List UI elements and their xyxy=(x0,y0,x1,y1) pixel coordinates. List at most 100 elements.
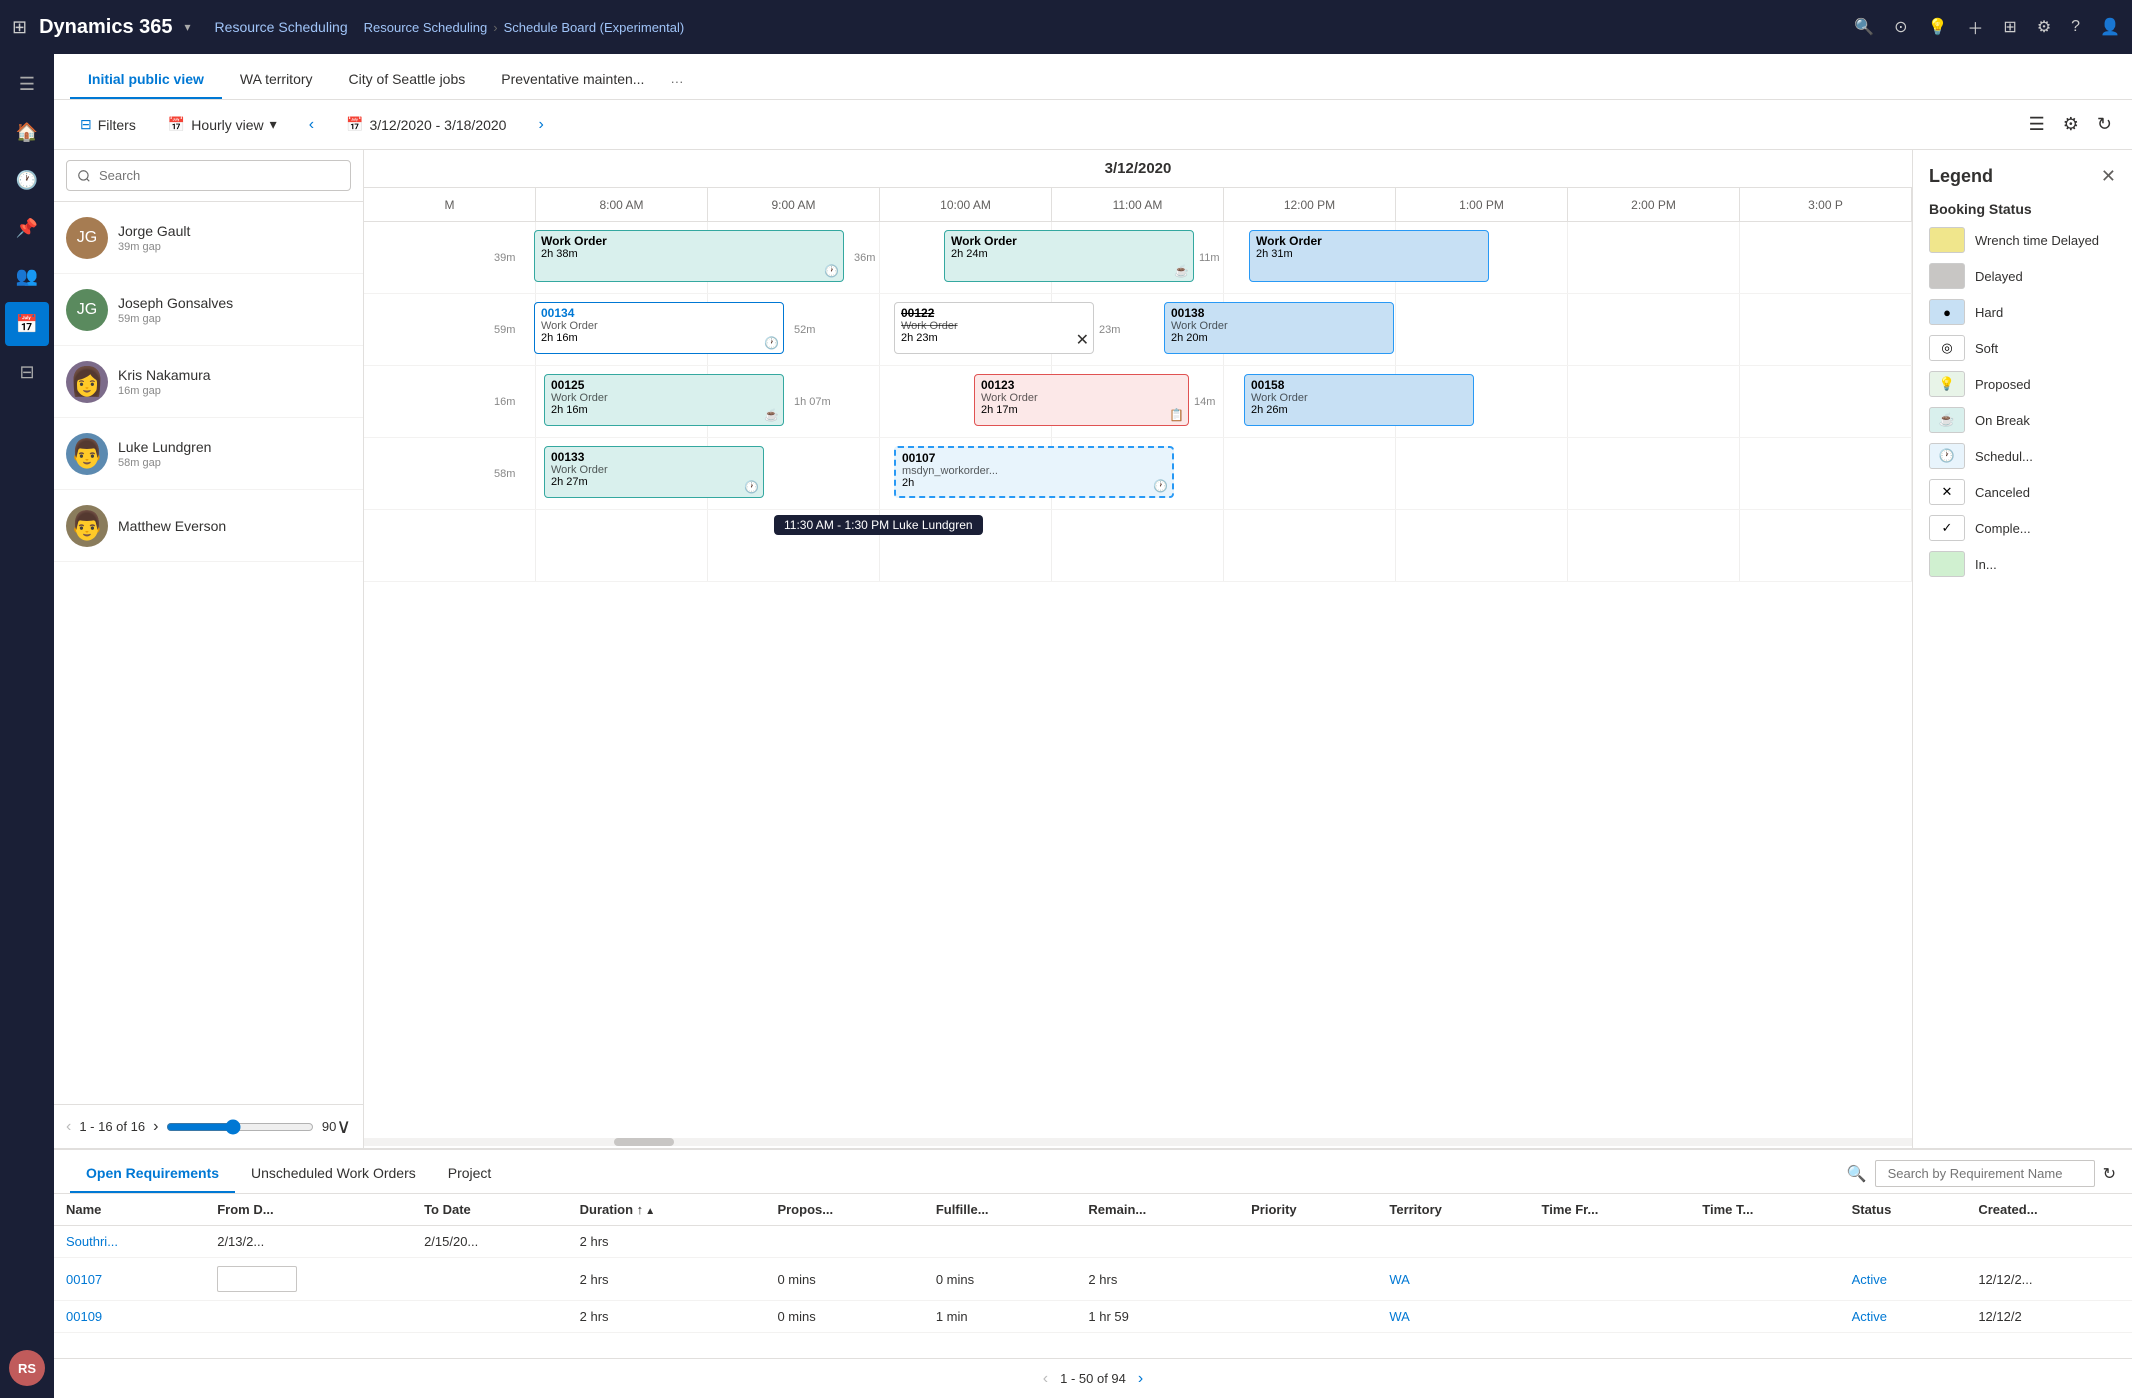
resource-row[interactable]: 👨 Matthew Everson xyxy=(54,490,363,562)
expand-chevron[interactable]: ∨ xyxy=(336,1114,351,1139)
help-icon[interactable]: ? xyxy=(2071,18,2080,36)
booking-block[interactable]: Work Order 2h 31m xyxy=(1249,230,1489,282)
legend-close-button[interactable]: ✕ xyxy=(2101,166,2116,187)
booking-type: Work Order xyxy=(541,320,777,332)
resource-row[interactable]: 👩 Kris Nakamura 16m gap xyxy=(54,346,363,418)
col-territory[interactable]: Territory xyxy=(1377,1194,1529,1226)
col-status[interactable]: Status xyxy=(1840,1194,1967,1226)
pagination-text: 1 - 16 of 16 xyxy=(79,1119,145,1134)
date-input-cell[interactable] xyxy=(217,1266,297,1292)
lightbulb-icon[interactable]: 💡 xyxy=(1927,17,1947,37)
prev-page-button[interactable]: ‹ xyxy=(66,1118,71,1136)
resource-row[interactable]: JG Joseph Gonsalves 59m gap xyxy=(54,274,363,346)
search-icon[interactable]: 🔍 xyxy=(1854,17,1874,37)
req-territory-link[interactable]: WA xyxy=(1389,1309,1409,1324)
sidebar-hamburger[interactable]: ☰ xyxy=(5,62,49,106)
view-button[interactable]: 📅 Hourly view ▾ xyxy=(158,110,287,139)
req-territory-link[interactable]: WA xyxy=(1389,1272,1409,1287)
req-time-from xyxy=(1530,1258,1691,1301)
booking-block[interactable]: Work Order 2h 24m ☕ xyxy=(944,230,1194,282)
tab-initial-public-view[interactable]: Initial public view xyxy=(70,61,222,99)
sidebar-pinned[interactable]: 📌 xyxy=(5,206,49,250)
table-row: 00109 2 hrs 0 mins 1 min 1 hr 59 WA Acti… xyxy=(54,1301,2132,1333)
scrollbar-thumb[interactable] xyxy=(614,1138,674,1146)
col-from-date[interactable]: From D... xyxy=(205,1194,412,1226)
zoom-slider[interactable] xyxy=(166,1119,313,1135)
settings-icon[interactable]: ⚙ xyxy=(2037,17,2051,37)
col-name[interactable]: Name xyxy=(54,1194,205,1226)
booking-block[interactable]: Work Order 2h 38m 🕐 xyxy=(534,230,844,282)
booking-block[interactable]: 00123 Work Order 2h 17m 📋 xyxy=(974,374,1189,426)
booking-block[interactable]: 00107 msdyn_workorder... 2h 🕐 xyxy=(894,446,1174,498)
circle-check-icon[interactable]: ⊙ xyxy=(1894,17,1907,37)
resource-name: Luke Lundgren xyxy=(118,439,211,455)
requirement-search-input[interactable] xyxy=(1875,1160,2095,1187)
user-avatar[interactable]: RS xyxy=(9,1350,45,1386)
booking-block[interactable]: 00122 Work Order 2h 23m ✕ xyxy=(894,302,1094,354)
col-duration[interactable]: Duration ↑▲ xyxy=(568,1194,766,1226)
booking-block[interactable]: 00138 Work Order 2h 20m xyxy=(1164,302,1394,354)
gantt-row: 16m 00125 Work Order 2h 16m ☕ 1h 07m 001 xyxy=(364,366,1912,438)
plus-icon[interactable]: ＋ xyxy=(1967,15,1983,39)
col-time-from[interactable]: Time Fr... xyxy=(1530,1194,1691,1226)
breadcrumb-item-1[interactable]: Resource Scheduling xyxy=(364,20,488,35)
tab-project[interactable]: Project xyxy=(432,1155,508,1193)
app-dropdown-icon[interactable]: ▾ xyxy=(185,20,191,34)
req-refresh-button[interactable]: ↻ xyxy=(2103,1164,2116,1184)
cell-bg xyxy=(1740,294,1912,365)
booking-block[interactable]: 00134 Work Order 2h 16m 🕐 xyxy=(534,302,784,354)
prev-date-button[interactable]: ‹ xyxy=(299,110,324,140)
list-view-icon[interactable]: ☰ xyxy=(2025,110,2049,139)
col-proposed[interactable]: Propos... xyxy=(765,1194,923,1226)
col-priority[interactable]: Priority xyxy=(1239,1194,1377,1226)
tab-seattle-jobs[interactable]: City of Seattle jobs xyxy=(331,61,484,99)
sidebar-recent[interactable]: 🕐 xyxy=(5,158,49,202)
sidebar-users[interactable]: 👥 xyxy=(5,254,49,298)
sidebar-home[interactable]: 🏠 xyxy=(5,110,49,154)
booking-duration: 2h 20m xyxy=(1171,332,1387,344)
next-page-button[interactable]: › xyxy=(153,1118,158,1136)
requirements-tabs: Open Requirements Unscheduled Work Order… xyxy=(54,1150,2132,1194)
next-date-button[interactable]: › xyxy=(528,110,553,140)
user-icon[interactable]: 👤 xyxy=(2100,17,2120,37)
col-remaining[interactable]: Remain... xyxy=(1076,1194,1239,1226)
filter-icon[interactable]: ⊞ xyxy=(2003,17,2016,37)
col-fulfilled[interactable]: Fulfille... xyxy=(924,1194,1077,1226)
booking-duration: 2h 16m xyxy=(551,404,777,416)
col-time-to[interactable]: Time T... xyxy=(1690,1194,1839,1226)
refresh-icon[interactable]: ↻ xyxy=(2093,110,2116,139)
tab-more-button[interactable]: ··· xyxy=(662,64,691,99)
tab-wa-territory[interactable]: WA territory xyxy=(222,61,331,99)
booking-status-icon: 🕐 xyxy=(1153,479,1168,493)
sidebar-calendar[interactable]: 📅 xyxy=(5,302,49,346)
req-status-link[interactable]: Active xyxy=(1852,1272,1887,1287)
booking-block[interactable]: 00158 Work Order 2h 26m xyxy=(1244,374,1474,426)
booking-block[interactable]: 00125 Work Order 2h 16m ☕ xyxy=(544,374,784,426)
module-name[interactable]: Resource Scheduling xyxy=(215,19,348,35)
req-name-link[interactable]: Southri... xyxy=(66,1234,118,1249)
resource-row[interactable]: 👨 Luke Lundgren 58m gap xyxy=(54,418,363,490)
col-to-date[interactable]: To Date xyxy=(412,1194,568,1226)
req-name-link[interactable]: 00109 xyxy=(66,1309,102,1324)
tab-unscheduled-work-orders[interactable]: Unscheduled Work Orders xyxy=(235,1155,432,1193)
booking-block[interactable]: 00133 Work Order 2h 27m 🕐 xyxy=(544,446,764,498)
search-input[interactable] xyxy=(66,160,351,191)
app-grid-icon[interactable]: ⊞ xyxy=(12,17,27,38)
tab-open-requirements[interactable]: Open Requirements xyxy=(70,1155,235,1193)
timeline-cell: 3:00 P xyxy=(1740,188,1912,221)
req-name-link[interactable]: 00107 xyxy=(66,1272,102,1287)
date-range-button[interactable]: 📅 3/12/2020 - 3/18/2020 xyxy=(336,110,516,139)
last-page-button[interactable]: › xyxy=(1138,1370,1143,1388)
tab-preventative[interactable]: Preventative mainten... xyxy=(483,61,662,99)
settings-board-icon[interactable]: ⚙ xyxy=(2059,110,2083,139)
req-status-link[interactable]: Active xyxy=(1852,1309,1887,1324)
resource-row[interactable]: JG Jorge Gault 39m gap xyxy=(54,202,363,274)
calendar-icon: 📅 xyxy=(168,116,185,133)
first-page-button[interactable]: ‹ xyxy=(1043,1370,1048,1388)
booking-duration: 2h xyxy=(902,477,1166,489)
col-created[interactable]: Created... xyxy=(1966,1194,2132,1226)
sidebar-table[interactable]: ⊟ xyxy=(5,350,49,394)
filters-button[interactable]: ⊟ Filters xyxy=(70,110,146,139)
top-navigation: ⊞ Dynamics 365 ▾ Resource Scheduling Res… xyxy=(0,0,2132,54)
req-remaining xyxy=(1076,1226,1239,1258)
